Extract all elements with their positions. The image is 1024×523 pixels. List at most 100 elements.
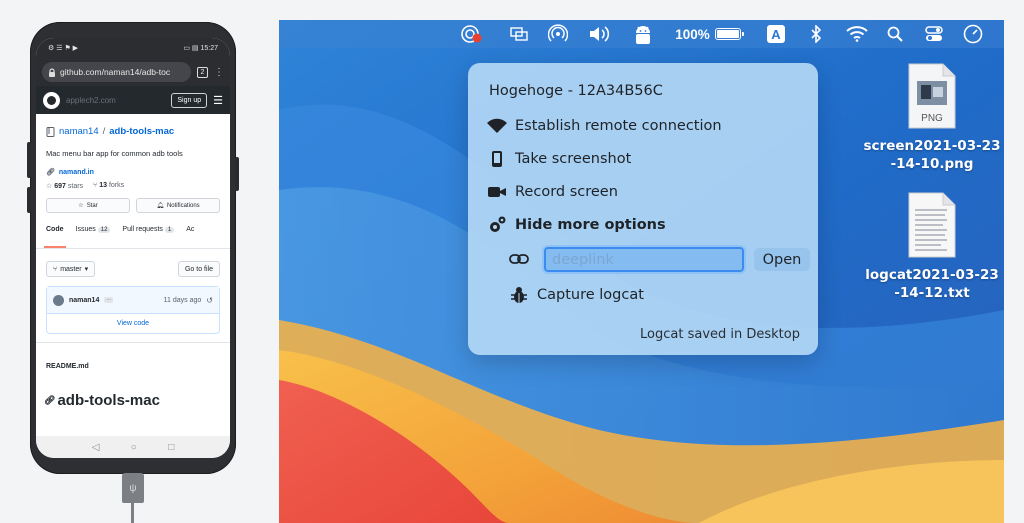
- branch-name: master: [60, 265, 82, 273]
- phone-screen: ⚙ ☰ ⚑ ▶ ▭ ▤ 15:27 github.com/naman14/adb…: [36, 38, 230, 458]
- desktop-file-screenshot[interactable]: PNG screen2021-03-23 -14-10.png: [857, 63, 1004, 173]
- deeplink-icon-wrap: [508, 249, 537, 269]
- repo-stats: ☆ 697 stars ⑂ 13 forks: [46, 182, 220, 190]
- android-icon[interactable]: [629, 20, 657, 48]
- tabs-count-button[interactable]: 2: [197, 66, 208, 78]
- forks-count: 13: [99, 182, 107, 189]
- logcat-file-name: logcat2021-03-23 -14-12.txt: [865, 266, 998, 302]
- stars-stat[interactable]: ☆ 697 stars: [46, 182, 83, 190]
- star-icon: ☆: [78, 203, 84, 209]
- go-to-file-button[interactable]: Go to file: [177, 261, 220, 277]
- github-logo-icon[interactable]: [43, 91, 60, 109]
- clock-icon[interactable]: [960, 20, 986, 48]
- url-field[interactable]: github.com/naman14/adb-toc: [42, 62, 191, 82]
- spotlight-icon[interactable]: [883, 20, 907, 48]
- hamburger-menu-icon[interactable]: ☰: [213, 94, 223, 107]
- repo-action-buttons: ☆ Star 🔔︎ Notifications: [46, 198, 220, 213]
- anchor-link-icon[interactable]: 🔗︎: [44, 395, 55, 406]
- tab-issues-label: Issues: [75, 226, 96, 233]
- device-title: Hogehoge - 12A34B56C: [489, 83, 663, 99]
- repo-website-text: namand.in: [58, 168, 94, 176]
- usb-cable: [131, 503, 134, 523]
- watermark-text: applech2.com: [66, 95, 116, 105]
- tab-pull-requests[interactable]: Pull requests 1: [122, 226, 175, 248]
- link-icon: [508, 249, 530, 269]
- bug-icon: [508, 285, 530, 305]
- star-button[interactable]: ☆ Star: [46, 198, 130, 213]
- readme-title: 🔗︎ adb-tools-mac: [36, 370, 230, 409]
- notifications-button[interactable]: 🔔︎ Notifications: [136, 198, 220, 213]
- tab-issues[interactable]: Issues 12: [76, 226, 111, 248]
- establish-remote-connection-item[interactable]: Establish remote connection: [486, 116, 722, 136]
- recents-icon[interactable]: □: [168, 442, 174, 453]
- mac-desktop: 100% A Hogehoge - 12A34B56C Establish re…: [279, 20, 1004, 523]
- battery-percent: 100%: [675, 26, 710, 42]
- tab-actions-label: Ac: [186, 226, 195, 233]
- input-source-icon[interactable]: A: [764, 20, 788, 48]
- battery-fill: [716, 30, 739, 38]
- history-icon[interactable]: ↺: [206, 296, 213, 305]
- mac-menu-bar: 100% A: [279, 20, 1004, 48]
- commit-ellipsis-button[interactable]: ···: [104, 297, 114, 303]
- browser-menu-icon[interactable]: ⋮: [214, 67, 224, 78]
- star-button-label: Star: [86, 202, 98, 209]
- branch-row: ⑂ master ▾ Go to file: [36, 249, 230, 277]
- view-code-link[interactable]: View code: [47, 313, 219, 333]
- record-screen-label: Record screen: [515, 184, 618, 200]
- screen-mirror-icon[interactable]: [506, 20, 532, 48]
- airdrop-icon[interactable]: [545, 20, 571, 48]
- branch-selector[interactable]: ⑂ master ▾: [46, 261, 96, 277]
- repo-name-link[interactable]: adb-tools-mac: [109, 126, 174, 137]
- hide-more-options-label: Hide more options: [515, 217, 666, 233]
- usb-plug: ψ: [122, 473, 144, 503]
- input-source-letter: A: [767, 25, 785, 43]
- tab-pull-requests-label: Pull requests: [122, 226, 163, 233]
- commit-author[interactable]: naman14: [69, 297, 99, 304]
- android-nav-bar: ◁ ○ □: [36, 436, 230, 458]
- remote-recording-icon[interactable]: [459, 20, 485, 48]
- bluetooth-icon[interactable]: [806, 20, 826, 48]
- avatar[interactable]: [53, 294, 64, 306]
- text-file-icon: [907, 192, 957, 258]
- adb-tools-menu: Hogehoge - 12A34B56C Establish remote co…: [468, 63, 818, 355]
- chevron-down-icon: ▾: [84, 266, 89, 273]
- stars-count: 697: [54, 183, 66, 190]
- capture-logcat-label: Capture logcat: [537, 287, 644, 303]
- volume-icon[interactable]: [585, 20, 613, 48]
- sign-up-button[interactable]: Sign up: [171, 92, 208, 108]
- take-screenshot-item[interactable]: Take screenshot: [486, 149, 631, 169]
- commit-time: 11 days ago: [163, 296, 202, 304]
- home-icon[interactable]: ○: [131, 442, 137, 453]
- bell-icon: 🔔︎: [156, 203, 164, 209]
- open-deeplink-button[interactable]: Open: [754, 248, 810, 271]
- phone-status-bar: ⚙ ☰ ⚑ ▶ ▭ ▤ 15:27: [36, 38, 230, 58]
- browser-url-bar: github.com/naman14/adb-toc 2 ⋮: [36, 58, 230, 86]
- deeplink-input[interactable]: [544, 247, 744, 272]
- tab-code[interactable]: Code: [44, 226, 65, 248]
- record-screen-item[interactable]: Record screen: [486, 182, 618, 202]
- back-icon[interactable]: ◁: [92, 442, 100, 453]
- battery-icon: [714, 28, 744, 40]
- capture-logcat-item[interactable]: Capture logcat: [508, 285, 644, 305]
- readme-title-text: adb-tools-mac: [57, 392, 160, 409]
- tab-actions[interactable]: Ac: [186, 226, 194, 248]
- repo-website[interactable]: 🔗︎ namand.in: [46, 168, 220, 177]
- github-header: applech2.com Sign up ☰: [36, 86, 230, 114]
- forks-stat[interactable]: ⑂ 13 forks: [93, 182, 124, 190]
- wifi-icon[interactable]: [844, 20, 870, 48]
- control-center-icon[interactable]: [922, 20, 946, 48]
- page: ⚙ ☰ ⚑ ▶ ▭ ▤ 15:27 github.com/naman14/adb…: [0, 0, 1024, 523]
- forks-label: forks: [108, 182, 125, 189]
- repo-icon: [46, 126, 55, 137]
- desktop-file-logcat[interactable]: logcat2021-03-23 -14-12.txt: [857, 192, 1004, 302]
- repo-tabs: Code Issues 12 Pull requests 1 Ac: [36, 213, 230, 249]
- hide-more-options-item[interactable]: Hide more options: [486, 215, 666, 235]
- gears-icon: [486, 215, 508, 235]
- phone-volume-button: [27, 142, 31, 178]
- screenshot-file-name-line1: screen2021-03-23: [863, 138, 1001, 154]
- establish-remote-connection-label: Establish remote connection: [515, 118, 722, 134]
- battery-indicator[interactable]: 100%: [672, 20, 744, 48]
- branch-icon: ⑂: [53, 265, 58, 273]
- readme-label: README.md: [36, 342, 230, 370]
- repo-owner-link[interactable]: naman14: [59, 126, 99, 137]
